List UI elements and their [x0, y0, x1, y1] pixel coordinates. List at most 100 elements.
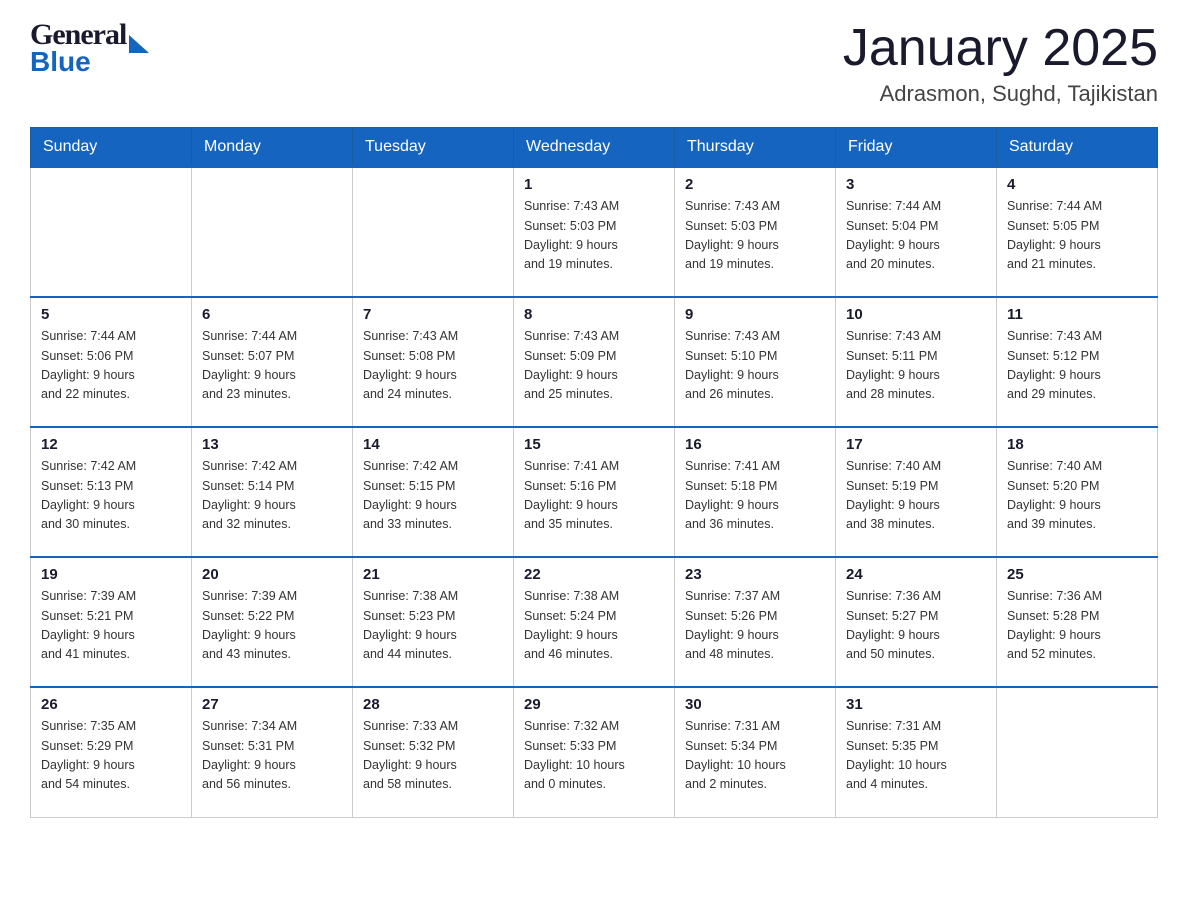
calendar-week-2: 5 Sunrise: 7:44 AMSunset: 5:06 PMDaylight… — [31, 297, 1158, 427]
calendar-cell: 14Sunrise: 7:42 AMSunset: 5:15 PMDayligh… — [353, 427, 514, 557]
calendar-cell: 8 Sunrise: 7:43 AMSunset: 5:09 PMDaylight… — [514, 297, 675, 427]
day-number: 17 — [846, 436, 986, 453]
calendar-table: SundayMondayTuesdayWednesdayThursdayFrid… — [30, 127, 1158, 818]
logo: General Blue — [30, 20, 149, 76]
day-number: 6 — [202, 306, 342, 323]
calendar-cell: 26Sunrise: 7:35 AMSunset: 5:29 PMDayligh… — [31, 687, 192, 817]
calendar-cell: 31 Sunrise: 7:31 AMSunset: 5:35 PMDayligh… — [836, 687, 997, 817]
day-number: 23 — [685, 566, 825, 583]
day-header-row: SundayMondayTuesdayWednesdayThursdayFrid… — [31, 128, 1158, 168]
day-number: 3 — [846, 176, 986, 193]
day-number: 31 — [846, 696, 986, 713]
calendar-cell: 6 Sunrise: 7:44 AMSunset: 5:07 PMDaylight… — [192, 297, 353, 427]
day-info: Sunrise: 7:43 AMSunset: 5:10 PMDaylight:… — [685, 327, 825, 405]
day-number: 9 — [685, 306, 825, 323]
calendar-cell: 27 Sunrise: 7:34 AMSunset: 5:31 PMDayligh… — [192, 687, 353, 817]
day-number: 22 — [524, 566, 664, 583]
calendar-cell: 19 Sunrise: 7:39 AMSunset: 5:21 PMDayligh… — [31, 557, 192, 687]
day-info: Sunrise: 7:44 AMSunset: 5:07 PMDaylight:… — [202, 327, 342, 405]
day-info: Sunrise: 7:41 AMSunset: 5:16 PMDaylight:… — [524, 457, 664, 535]
day-info: Sunrise: 7:38 AMSunset: 5:24 PMDaylight:… — [524, 587, 664, 665]
calendar-week-3: 12 Sunrise: 7:42 AMSunset: 5:13 PMDayligh… — [31, 427, 1158, 557]
day-number: 24 — [846, 566, 986, 583]
day-info: Sunrise: 7:43 AMSunset: 5:03 PMDaylight:… — [685, 197, 825, 275]
day-number: 21 — [363, 566, 503, 583]
day-number: 7 — [363, 306, 503, 323]
day-header-tuesday: Tuesday — [353, 128, 514, 168]
day-header-friday: Friday — [836, 128, 997, 168]
calendar-cell: 17 Sunrise: 7:40 AMSunset: 5:19 PMDayligh… — [836, 427, 997, 557]
calendar-cell: 2 Sunrise: 7:43 AMSunset: 5:03 PMDaylight… — [675, 167, 836, 297]
day-info: Sunrise: 7:44 AMSunset: 5:04 PMDaylight:… — [846, 197, 986, 275]
day-info: Sunrise: 7:43 AMSunset: 5:11 PMDaylight:… — [846, 327, 986, 405]
day-header-wednesday: Wednesday — [514, 128, 675, 168]
day-info: Sunrise: 7:37 AMSunset: 5:26 PMDaylight:… — [685, 587, 825, 665]
day-number: 12 — [41, 436, 181, 453]
day-info: Sunrise: 7:43 AMSunset: 5:08 PMDaylight:… — [363, 327, 503, 405]
calendar-cell: 25Sunrise: 7:36 AMSunset: 5:28 PMDayligh… — [997, 557, 1158, 687]
calendar-cell: 11 Sunrise: 7:43 AMSunset: 5:12 PMDayligh… — [997, 297, 1158, 427]
day-number: 16 — [685, 436, 825, 453]
day-info: Sunrise: 7:44 AMSunset: 5:06 PMDaylight:… — [41, 327, 181, 405]
day-info: Sunrise: 7:42 AMSunset: 5:13 PMDaylight:… — [41, 457, 181, 535]
day-info: Sunrise: 7:39 AMSunset: 5:21 PMDaylight:… — [41, 587, 181, 665]
day-number: 25 — [1007, 566, 1147, 583]
day-number: 18 — [1007, 436, 1147, 453]
calendar-cell: 1 Sunrise: 7:43 AMSunset: 5:03 PMDaylight… — [514, 167, 675, 297]
day-number: 5 — [41, 306, 181, 323]
calendar-cell — [353, 167, 514, 297]
day-number: 27 — [202, 696, 342, 713]
day-info: Sunrise: 7:39 AMSunset: 5:22 PMDaylight:… — [202, 587, 342, 665]
calendar-cell: 3 Sunrise: 7:44 AMSunset: 5:04 PMDaylight… — [836, 167, 997, 297]
calendar-cell: 22 Sunrise: 7:38 AMSunset: 5:24 PMDayligh… — [514, 557, 675, 687]
day-number: 20 — [202, 566, 342, 583]
calendar-cell — [997, 687, 1158, 817]
day-number: 26 — [41, 696, 181, 713]
calendar-body: 1 Sunrise: 7:43 AMSunset: 5:03 PMDaylight… — [31, 167, 1158, 817]
calendar-cell: 28 Sunrise: 7:33 AMSunset: 5:32 PMDayligh… — [353, 687, 514, 817]
day-number: 11 — [1007, 306, 1147, 323]
calendar-cell: 9 Sunrise: 7:43 AMSunset: 5:10 PMDaylight… — [675, 297, 836, 427]
day-info: Sunrise: 7:40 AMSunset: 5:19 PMDaylight:… — [846, 457, 986, 535]
day-info: Sunrise: 7:40 AMSunset: 5:20 PMDaylight:… — [1007, 457, 1147, 535]
calendar-cell: 16 Sunrise: 7:41 AMSunset: 5:18 PMDayligh… — [675, 427, 836, 557]
day-info: Sunrise: 7:32 AMSunset: 5:33 PMDaylight:… — [524, 717, 664, 795]
calendar-header: SundayMondayTuesdayWednesdayThursdayFrid… — [31, 128, 1158, 168]
calendar-cell: 10 Sunrise: 7:43 AMSunset: 5:11 PMDayligh… — [836, 297, 997, 427]
calendar-cell: 30Sunrise: 7:31 AMSunset: 5:34 PMDayligh… — [675, 687, 836, 817]
day-header-monday: Monday — [192, 128, 353, 168]
day-header-saturday: Saturday — [997, 128, 1158, 168]
day-number: 15 — [524, 436, 664, 453]
page-header: General Blue January 2025 Adrasmon, Sugh… — [30, 20, 1158, 107]
day-info: Sunrise: 7:33 AMSunset: 5:32 PMDaylight:… — [363, 717, 503, 795]
day-number: 30 — [685, 696, 825, 713]
calendar-cell: 24 Sunrise: 7:36 AMSunset: 5:27 PMDayligh… — [836, 557, 997, 687]
day-number: 8 — [524, 306, 664, 323]
calendar-cell: 21Sunrise: 7:38 AMSunset: 5:23 PMDayligh… — [353, 557, 514, 687]
day-info: Sunrise: 7:34 AMSunset: 5:31 PMDaylight:… — [202, 717, 342, 795]
day-info: Sunrise: 7:41 AMSunset: 5:18 PMDaylight:… — [685, 457, 825, 535]
day-info: Sunrise: 7:43 AMSunset: 5:09 PMDaylight:… — [524, 327, 664, 405]
day-number: 10 — [846, 306, 986, 323]
day-number: 28 — [363, 696, 503, 713]
calendar-cell: 23 Sunrise: 7:37 AMSunset: 5:26 PMDayligh… — [675, 557, 836, 687]
day-info: Sunrise: 7:36 AMSunset: 5:27 PMDaylight:… — [846, 587, 986, 665]
calendar-cell: 13Sunrise: 7:42 AMSunset: 5:14 PMDayligh… — [192, 427, 353, 557]
day-number: 4 — [1007, 176, 1147, 193]
day-number: 19 — [41, 566, 181, 583]
day-number: 2 — [685, 176, 825, 193]
day-number: 1 — [524, 176, 664, 193]
calendar-cell: 15 Sunrise: 7:41 AMSunset: 5:16 PMDayligh… — [514, 427, 675, 557]
day-info: Sunrise: 7:42 AMSunset: 5:15 PMDaylight:… — [363, 457, 503, 535]
day-info: Sunrise: 7:31 AMSunset: 5:35 PMDaylight:… — [846, 717, 986, 795]
day-number: 29 — [524, 696, 664, 713]
calendar-cell: 12 Sunrise: 7:42 AMSunset: 5:13 PMDayligh… — [31, 427, 192, 557]
calendar-subtitle: Adrasmon, Sughd, Tajikistan — [843, 81, 1158, 107]
calendar-cell: 5 Sunrise: 7:44 AMSunset: 5:06 PMDaylight… — [31, 297, 192, 427]
calendar-cell: 18 Sunrise: 7:40 AMSunset: 5:20 PMDayligh… — [997, 427, 1158, 557]
day-info: Sunrise: 7:43 AMSunset: 5:12 PMDaylight:… — [1007, 327, 1147, 405]
calendar-week-1: 1 Sunrise: 7:43 AMSunset: 5:03 PMDaylight… — [31, 167, 1158, 297]
logo-triangle-icon — [129, 35, 149, 53]
calendar-cell: 20 Sunrise: 7:39 AMSunset: 5:22 PMDayligh… — [192, 557, 353, 687]
day-info: Sunrise: 7:43 AMSunset: 5:03 PMDaylight:… — [524, 197, 664, 275]
